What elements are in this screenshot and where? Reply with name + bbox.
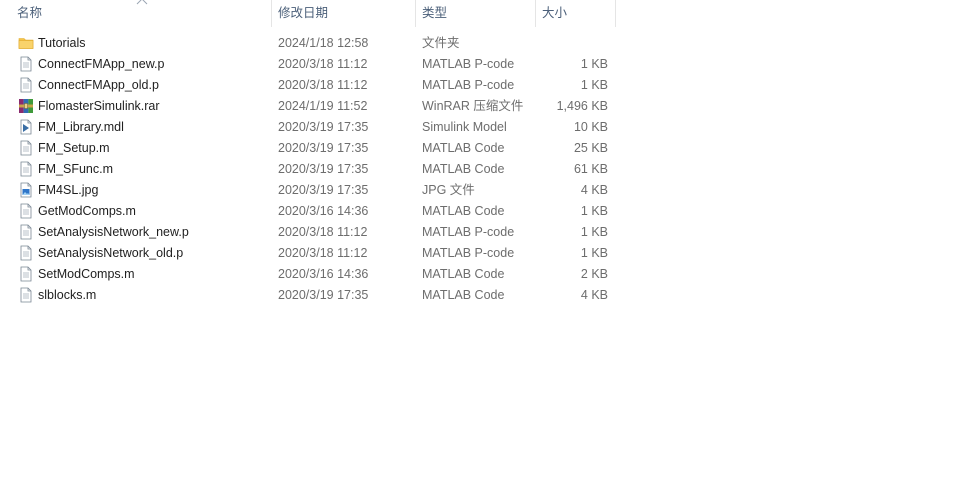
file-date: 2020/3/19 17:35 — [278, 120, 369, 134]
column-divider[interactable] — [615, 0, 616, 27]
file-type: JPG 文件 — [422, 183, 475, 197]
file-name: slblocks.m — [38, 288, 97, 302]
file-date: 2020/3/19 17:35 — [278, 288, 369, 302]
file-name: ConnectFMApp_old.p — [38, 78, 159, 92]
column-header-bar: 名称 修改日期 类型 大小 — [0, 0, 963, 27]
file-list: Tutorials 2024/1/18 12:58 文件夹 ConnectFMA… — [0, 33, 963, 306]
document-icon — [20, 161, 32, 177]
document-icon — [20, 245, 32, 261]
file-row[interactable]: FM_SFunc.m 2020/3/19 17:35 MATLAB Code 6… — [0, 159, 963, 180]
file-name: Tutorials — [38, 36, 86, 50]
document-icon — [20, 140, 32, 156]
document-icon — [20, 266, 32, 282]
column-header-type[interactable]: 类型 — [416, 0, 536, 27]
file-date: 2020/3/18 11:12 — [278, 246, 368, 260]
document-icon — [20, 203, 32, 219]
document-icon — [20, 56, 32, 72]
file-row[interactable]: Tutorials 2024/1/18 12:58 文件夹 — [0, 33, 963, 54]
file-type: MATLAB P-code — [422, 246, 515, 260]
file-row[interactable]: ConnectFMApp_old.p 2020/3/18 11:12 MATLA… — [0, 75, 963, 96]
file-row[interactable]: ConnectFMApp_new.p 2020/3/18 11:12 MATLA… — [0, 54, 963, 75]
winrar-archive-icon — [19, 99, 33, 113]
file-date: 2020/3/18 11:12 — [278, 78, 368, 92]
file-row[interactable]: GetModComps.m 2020/3/16 14:36 MATLAB Cod… — [0, 201, 963, 222]
file-type: MATLAB P-code — [422, 225, 515, 239]
column-header-size-label: 大小 — [542, 6, 568, 20]
file-type: MATLAB Code — [422, 204, 505, 218]
file-name: GetModComps.m — [38, 204, 136, 218]
file-type: MATLAB Code — [422, 162, 505, 176]
file-date: 2024/1/19 11:52 — [278, 99, 368, 113]
file-row[interactable]: SetAnalysisNetwork_old.p 2020/3/18 11:12… — [0, 243, 963, 264]
file-size: 1,496 KB — [556, 99, 608, 113]
file-name: SetAnalysisNetwork_new.p — [38, 225, 189, 239]
file-size: 1 KB — [580, 57, 608, 71]
file-size: 4 KB — [580, 288, 608, 302]
column-header-date[interactable]: 修改日期 — [272, 0, 416, 27]
file-name: ConnectFMApp_new.p — [38, 57, 165, 71]
file-row[interactable]: FM_Setup.m 2020/3/19 17:35 MATLAB Code 2… — [0, 138, 963, 159]
column-header-type-label: 类型 — [422, 6, 448, 20]
file-date: 2024/1/18 12:58 — [278, 36, 369, 50]
file-row[interactable]: SetAnalysisNetwork_new.p 2020/3/18 11:12… — [0, 222, 963, 243]
document-icon — [20, 77, 32, 93]
file-type: 文件夹 — [422, 36, 460, 50]
column-header-size[interactable]: 大小 — [536, 0, 616, 27]
file-type: MATLAB P-code — [422, 78, 515, 92]
file-date: 2020/3/18 11:12 — [278, 57, 368, 71]
folder-icon — [18, 38, 34, 49]
file-size: 1 KB — [580, 204, 608, 218]
file-size — [536, 33, 608, 54]
file-name: FlomasterSimulink.rar — [38, 99, 160, 113]
document-icon — [20, 224, 32, 240]
file-explorer: 名称 修改日期 类型 大小 Tutorials 2024/1/18 12:58 … — [0, 0, 963, 477]
column-header-name[interactable]: 名称 — [11, 0, 272, 27]
file-type: Simulink Model — [422, 120, 507, 134]
document-icon — [20, 287, 32, 303]
image-file-icon — [20, 182, 32, 198]
file-row[interactable]: SetModComps.m 2020/3/16 14:36 MATLAB Cod… — [0, 264, 963, 285]
file-row[interactable]: FM_Library.mdl 2020/3/19 17:35 Simulink … — [0, 117, 963, 138]
file-name: SetAnalysisNetwork_old.p — [38, 246, 184, 260]
file-date: 2020/3/19 17:35 — [278, 162, 369, 176]
file-size: 4 KB — [580, 183, 608, 197]
file-size: 61 KB — [573, 162, 608, 176]
file-date: 2020/3/18 11:12 — [278, 225, 368, 239]
file-date: 2020/3/19 17:35 — [278, 183, 369, 197]
file-type: WinRAR 压缩文件 — [422, 99, 524, 113]
file-name: FM_SFunc.m — [38, 162, 114, 176]
file-date: 2020/3/16 14:36 — [278, 204, 369, 218]
file-name: FM_Setup.m — [38, 141, 110, 155]
column-header-name-label: 名称 — [17, 6, 43, 20]
file-date: 2020/3/16 14:36 — [278, 267, 369, 281]
file-size: 2 KB — [580, 267, 608, 281]
file-type: MATLAB P-code — [422, 57, 515, 71]
file-date: 2020/3/19 17:35 — [278, 141, 369, 155]
file-size: 1 KB — [580, 78, 608, 92]
file-row[interactable]: slblocks.m 2020/3/19 17:35 MATLAB Code 4… — [0, 285, 963, 306]
column-header-date-label: 修改日期 — [278, 6, 329, 20]
file-type: MATLAB Code — [422, 141, 505, 155]
file-size: 25 KB — [573, 141, 608, 155]
file-name: FM_Library.mdl — [38, 120, 124, 134]
file-size: 1 KB — [580, 246, 608, 260]
file-type: MATLAB Code — [422, 288, 505, 302]
file-name: FM4SL.jpg — [38, 183, 99, 197]
simulink-model-icon — [20, 119, 32, 135]
file-size: 10 KB — [573, 120, 608, 134]
file-type: MATLAB Code — [422, 267, 505, 281]
file-size: 1 KB — [580, 225, 608, 239]
file-row[interactable]: FlomasterSimulink.rar 2024/1/19 11:52 Wi… — [0, 96, 963, 117]
file-name: SetModComps.m — [38, 267, 135, 281]
file-row[interactable]: FM4SL.jpg 2020/3/19 17:35 JPG 文件 4 KB — [0, 180, 963, 201]
